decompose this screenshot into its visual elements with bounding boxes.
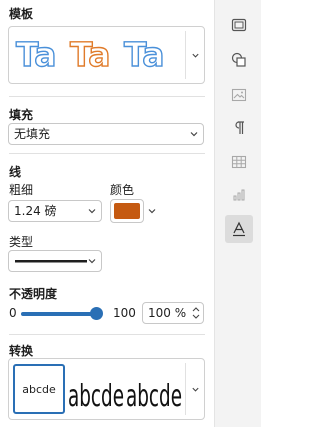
text-effects-icon[interactable] xyxy=(225,215,253,243)
table-icon[interactable] xyxy=(225,148,253,176)
paragraph-icon xyxy=(235,121,244,134)
chevron-down-icon xyxy=(88,209,96,214)
fill-value: 无填充 xyxy=(14,127,51,141)
template-sample-1[interactable]: Ta xyxy=(15,33,57,77)
text-effects-icon xyxy=(233,221,245,237)
solid-line-preview xyxy=(15,260,87,263)
weight-label: 粗细 xyxy=(9,183,34,197)
spin-arrows-icon[interactable] xyxy=(191,304,201,322)
chevron-down-icon[interactable] xyxy=(147,206,157,216)
transform-sample-2[interactable]: abcde xyxy=(126,379,182,414)
color-label: 颜色 xyxy=(110,183,135,197)
chevron-down-icon xyxy=(190,132,198,137)
transform-warp-samples[interactable]: abcde abcde xyxy=(67,363,187,417)
chevron-down-icon xyxy=(191,387,199,392)
template-gallery[interactable]: Ta Ta Ta xyxy=(8,26,205,84)
divider xyxy=(9,334,205,335)
transform-option-none[interactable]: abcde xyxy=(13,364,65,414)
divider xyxy=(9,96,205,97)
weight-dropdown[interactable]: 1.24 磅 xyxy=(8,200,102,222)
chevron-down-icon xyxy=(191,53,199,58)
fill-dropdown[interactable]: 无填充 xyxy=(8,123,204,145)
format-side-rail xyxy=(214,0,261,427)
shape-icon[interactable] xyxy=(225,11,253,39)
shape-styles-icon xyxy=(231,52,246,67)
chart-icon[interactable] xyxy=(225,181,253,209)
template-sample-2[interactable]: Ta xyxy=(69,33,111,77)
picture-icon xyxy=(231,88,247,102)
divider xyxy=(9,153,205,154)
opacity-value: 100 % xyxy=(148,306,187,320)
transform-option-label: abcde xyxy=(22,382,56,396)
shape-icon xyxy=(231,18,247,32)
template-title: 模板 xyxy=(9,7,34,21)
opacity-slider-thumb[interactable] xyxy=(89,307,103,320)
line-title: 线 xyxy=(9,165,22,179)
template-sample-3[interactable]: Ta xyxy=(123,33,165,77)
weight-value: 1.24 磅 xyxy=(14,204,57,218)
transform-title: 转换 xyxy=(9,344,34,358)
template-gallery-more-button[interactable] xyxy=(186,27,204,83)
transform-gallery-more-button[interactable] xyxy=(186,359,204,419)
paragraph-icon[interactable] xyxy=(225,114,253,142)
opacity-slider-track[interactable] xyxy=(21,312,96,316)
opacity-max-label: 100 xyxy=(113,306,136,320)
line-color-swatch xyxy=(114,203,140,219)
format-panel: 模板 Ta Ta Ta 填充 无填充 线 粗细 颜色 1.24 磅 类型 不透明… xyxy=(0,0,214,427)
transform-gallery[interactable]: abcde abcde abcde xyxy=(8,358,205,420)
opacity-spinbox[interactable]: 100 % xyxy=(142,302,204,324)
line-type-label: 类型 xyxy=(9,235,34,249)
line-type-dropdown[interactable] xyxy=(8,250,102,272)
table-icon xyxy=(231,155,247,169)
opacity-min-label: 0 xyxy=(9,306,17,320)
line-color-button[interactable] xyxy=(110,199,144,223)
chevron-down-icon xyxy=(88,259,96,264)
opacity-title: 不透明度 xyxy=(9,287,58,301)
fill-title: 填充 xyxy=(9,108,34,122)
shape-styles-icon[interactable] xyxy=(225,46,253,74)
transform-sample-1[interactable]: abcde xyxy=(68,379,124,414)
chart-icon xyxy=(233,189,245,201)
picture-icon[interactable] xyxy=(225,81,253,109)
